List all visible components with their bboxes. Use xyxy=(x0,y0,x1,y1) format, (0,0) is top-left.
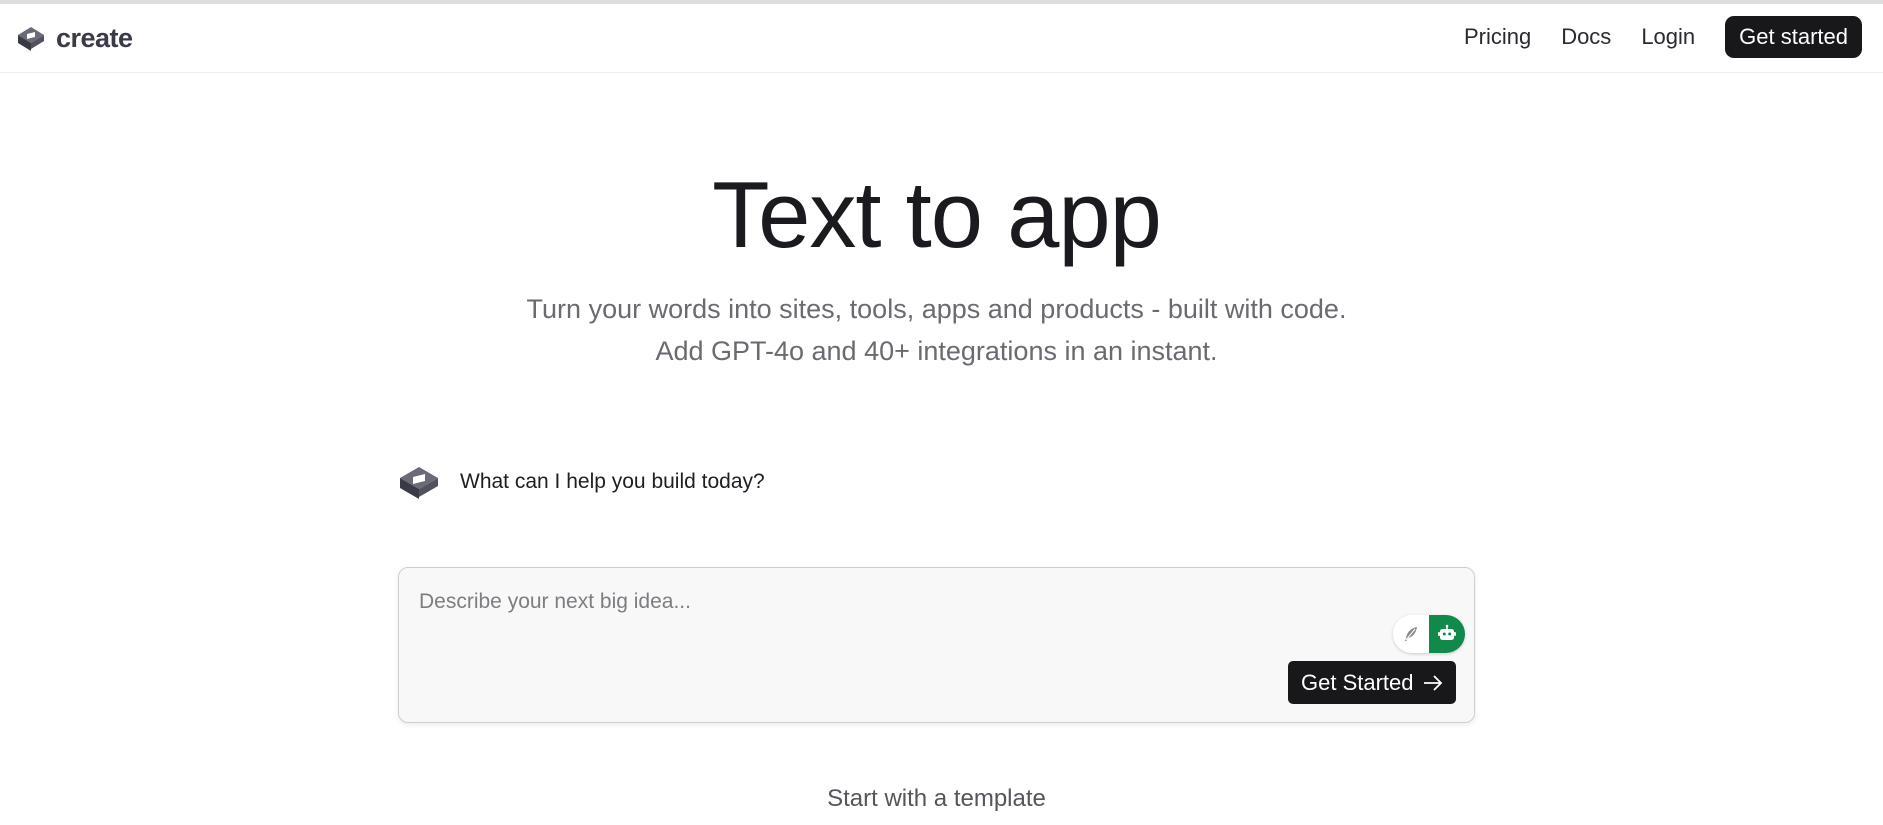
feather-icon xyxy=(1405,627,1417,641)
prompt-composer: Get Started xyxy=(398,567,1475,723)
assistant-message: What can I help you build today? xyxy=(396,462,765,502)
mode-option-feather[interactable] xyxy=(1393,615,1429,653)
brand-link[interactable]: create xyxy=(14,22,133,54)
nav-login-link[interactable]: Login xyxy=(1641,16,1695,58)
nav-pricing-link[interactable]: Pricing xyxy=(1464,16,1531,58)
composer-submit-label: Get Started xyxy=(1301,669,1414,695)
arrow-right-icon xyxy=(1423,674,1442,691)
templates-heading: Start with a template xyxy=(827,785,1046,812)
idea-input[interactable] xyxy=(419,590,1179,650)
hero-title: Text to app xyxy=(712,162,1162,267)
hero-subtitle-line-2: Add GPT-4o and 40+ integrations in an in… xyxy=(655,336,1218,366)
get-started-button[interactable]: Get started xyxy=(1725,16,1862,58)
mode-toggle xyxy=(1393,615,1465,653)
main-nav: Pricing Docs Login Get started xyxy=(1464,16,1862,58)
mode-option-robot[interactable] xyxy=(1429,615,1465,653)
top-nav-bar: create Pricing Docs Login Get started xyxy=(0,4,1883,73)
robot-icon xyxy=(1438,624,1456,640)
composer-get-started-button[interactable]: Get Started xyxy=(1288,661,1456,704)
assistant-avatar-icon xyxy=(400,467,438,499)
nav-docs-link[interactable]: Docs xyxy=(1561,16,1611,58)
brand-name: create xyxy=(56,22,133,53)
assistant-prompt-text: What can I help you build today? xyxy=(460,470,765,493)
create-logo-icon xyxy=(18,27,44,51)
hero-subtitle: Turn your words into sites, tools, apps … xyxy=(0,288,1873,372)
hero-subtitle-line-1: Turn your words into sites, tools, apps … xyxy=(526,294,1347,324)
